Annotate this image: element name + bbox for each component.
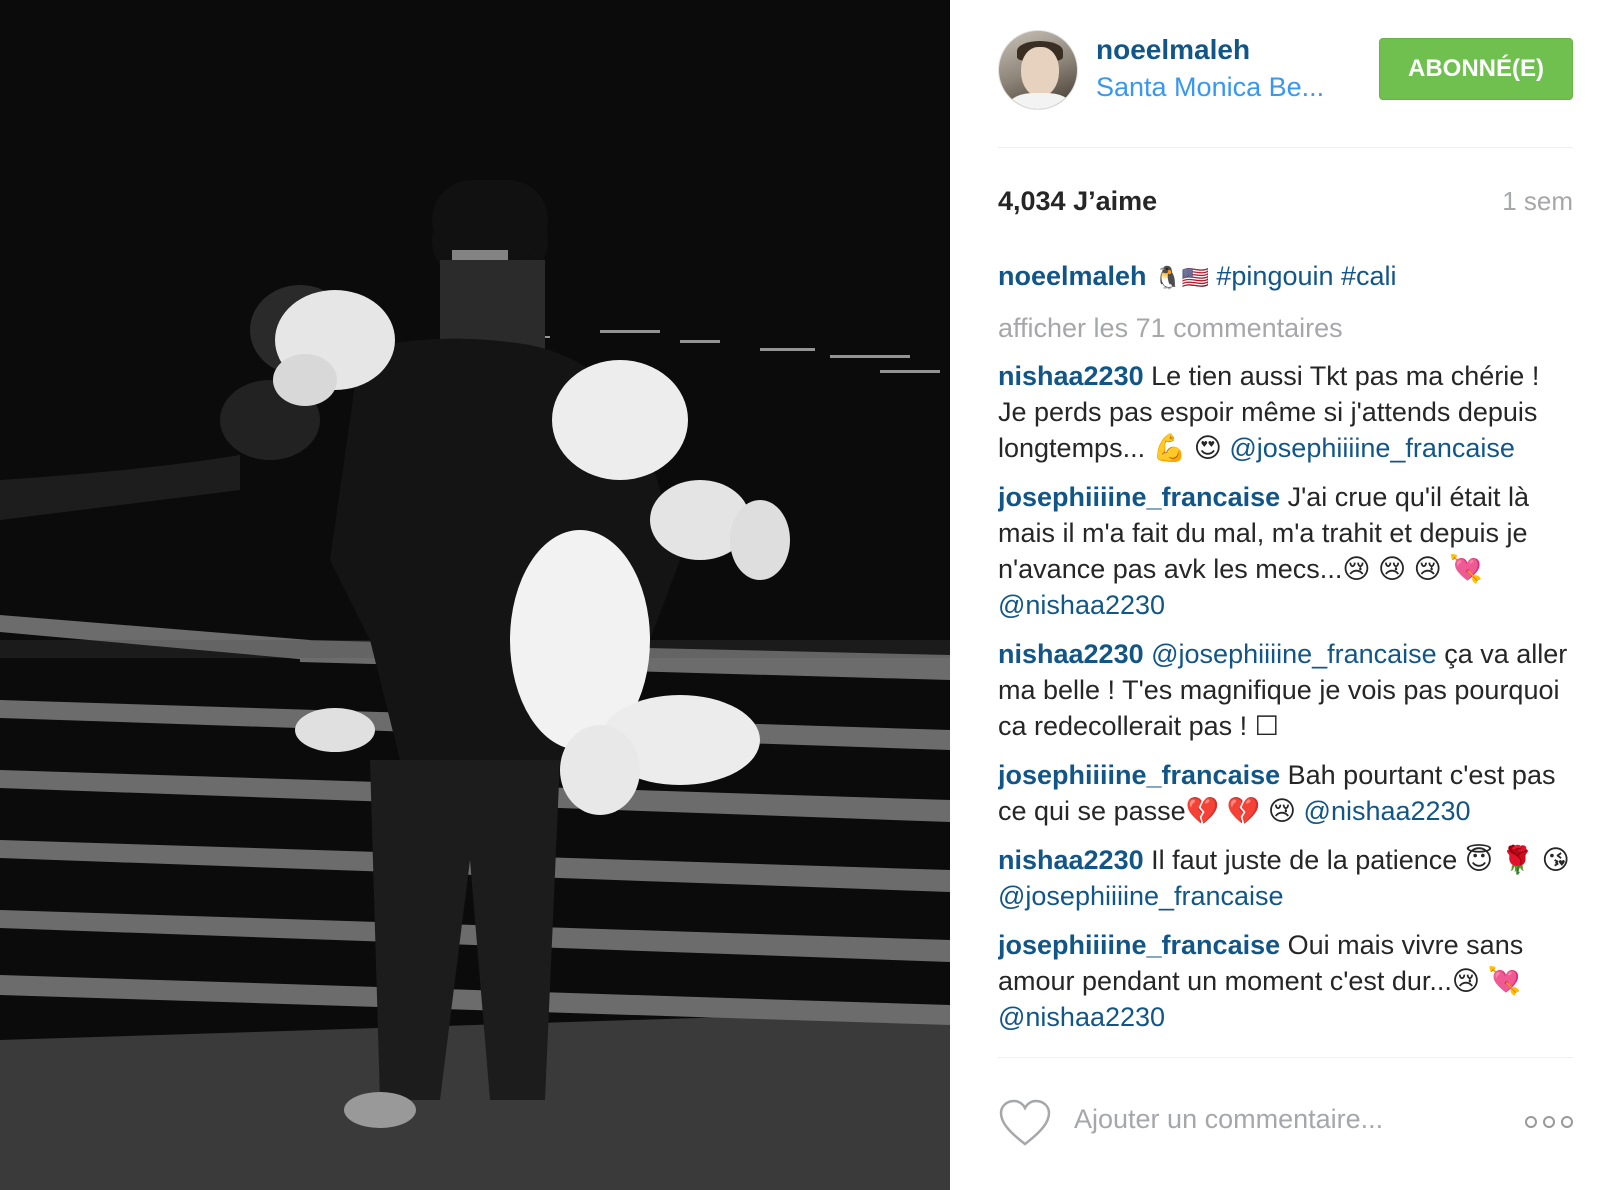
caption: noeelmaleh 🐧🇺🇸 #pingouin #cali <box>998 258 1573 297</box>
comment-mention[interactable]: @nishaa2230 <box>1304 796 1471 826</box>
more-options-icon[interactable] <box>1525 1116 1573 1130</box>
post-age[interactable]: 1 sem <box>1502 186 1573 217</box>
comment-mention[interactable]: @josephiiiine_francaise <box>1151 639 1437 669</box>
comment-item: nishaa2230 Il faut juste de la patience … <box>998 842 1573 914</box>
comment-username[interactable]: josephiiiine_francaise <box>998 760 1280 790</box>
comment-username[interactable]: nishaa2230 <box>998 639 1144 669</box>
avatar-face <box>1021 47 1059 97</box>
avatar-shirt <box>1009 93 1071 109</box>
post-location[interactable]: Santa Monica Be... <box>1096 72 1324 103</box>
comment-mention[interactable]: @josephiiiine_francaise <box>1229 433 1515 463</box>
comment-mention[interactable]: @josephiiiine_francaise <box>998 881 1284 911</box>
heart-outline-icon[interactable] <box>998 1098 1052 1148</box>
photo-illustration <box>0 0 950 1190</box>
footer-divider <box>998 1057 1573 1058</box>
comment-text: Il faut juste de la patience 😇 🌹 😘 <box>1151 845 1570 875</box>
caption-emoji: 🐧🇺🇸 <box>1154 266 1209 291</box>
caption-username[interactable]: noeelmaleh <box>998 261 1147 291</box>
avatar[interactable] <box>998 30 1078 110</box>
post-header: noeelmaleh Santa Monica Be... ABONNÉ(E) <box>998 30 1573 148</box>
comment-username[interactable]: nishaa2230 <box>998 361 1144 391</box>
post-details-panel: noeelmaleh Santa Monica Be... ABONNÉ(E) … <box>950 0 1618 1190</box>
add-comment-input[interactable]: Ajouter un commentaire... <box>1074 1104 1383 1135</box>
comment-username[interactable]: josephiiiine_francaise <box>998 930 1280 960</box>
more-dot <box>1561 1116 1573 1128</box>
likes-count[interactable]: 4,034 J’aime <box>998 186 1157 217</box>
comment-item: josephiiiine_francaise Bah pourtant c'es… <box>998 757 1573 829</box>
comment-item: nishaa2230 Le tien aussi Tkt pas ma chér… <box>998 358 1573 466</box>
comments-list[interactable]: noeelmaleh 🐧🇺🇸 #pingouin #cali afficher … <box>998 258 1573 1056</box>
post-footer: Ajouter un commentaire... <box>998 1098 1573 1154</box>
comment-item: nishaa2230 @josephiiiine_francaise ça va… <box>998 636 1573 744</box>
likes-row: 4,034 J’aime 1 sem <box>998 186 1573 222</box>
comment-item: josephiiiine_francaise Oui mais vivre sa… <box>998 927 1573 1035</box>
comment-username[interactable]: josephiiiine_francaise <box>998 482 1280 512</box>
post-photo[interactable] <box>0 0 950 1190</box>
follow-button[interactable]: ABONNÉ(E) <box>1379 38 1573 100</box>
view-all-comments-link[interactable]: afficher les 71 commentaires <box>998 310 1573 346</box>
comment-item: josephiiiine_francaise J'ai crue qu'il é… <box>998 479 1573 623</box>
caption-hashtags[interactable]: #pingouin #cali <box>1216 261 1396 291</box>
comment-username[interactable]: nishaa2230 <box>998 845 1144 875</box>
more-dot <box>1525 1116 1537 1128</box>
comment-mention[interactable]: @nishaa2230 <box>998 590 1165 620</box>
more-dot <box>1543 1116 1555 1128</box>
post-username[interactable]: noeelmaleh <box>1096 34 1250 66</box>
